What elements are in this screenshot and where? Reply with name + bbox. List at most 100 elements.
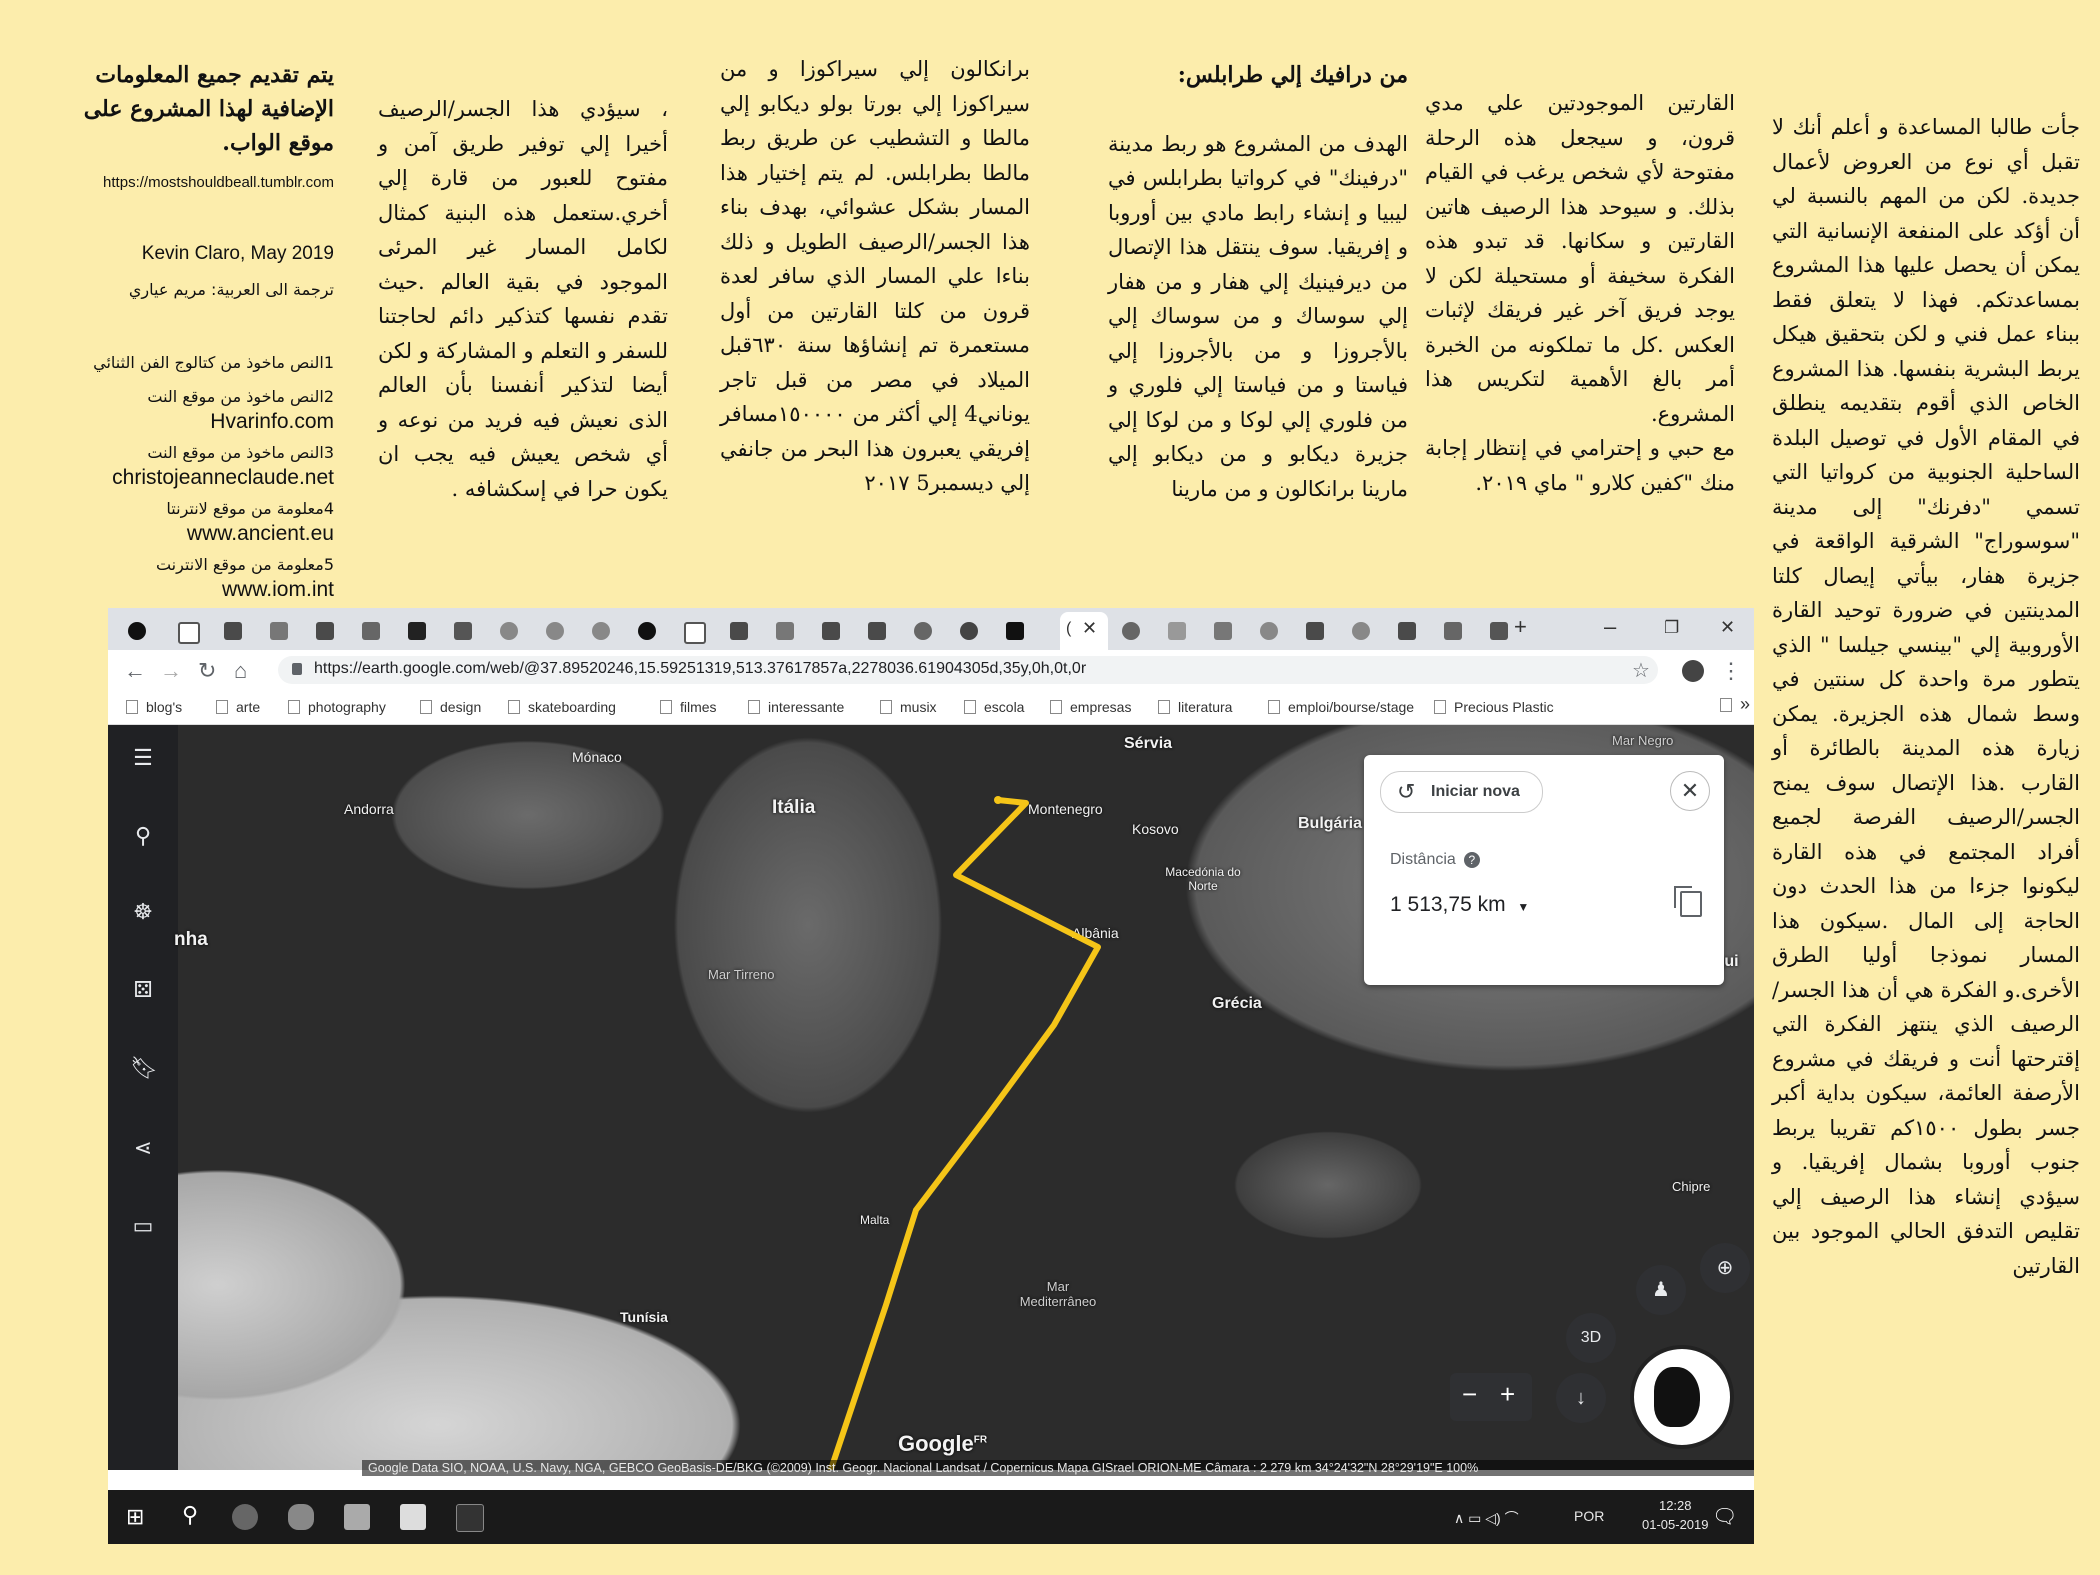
google-tab-icon[interactable] [500,622,518,640]
footnote-4-link: www.ancient.eu [186,521,334,545]
tab-icon[interactable] [224,622,242,640]
my-location-icon[interactable]: ⊕ [1700,1243,1750,1293]
tab-icon[interactable] [1122,622,1140,640]
window-close-button[interactable]: ✕ [1720,617,1735,638]
column-2-text: القارتين الموجودتين علي مدي قرون، و سيجع… [1425,91,1735,426]
bookmark-precious-plastic[interactable]: Precious Plastic [1434,699,1554,715]
bookmark-musix[interactable]: musix [880,699,937,715]
tab-icon[interactable] [822,622,840,640]
distance-label: Distância [1390,851,1456,868]
bookmark-design[interactable]: design [420,699,481,715]
taskbar-search-icon[interactable]: ⚲ [182,1502,198,1528]
bookmarks-bar: blog's arte photography design skateboar… [108,690,1754,725]
bookmark-arte[interactable]: arte [216,699,260,715]
bookmark-escola[interactable]: escola [964,699,1024,715]
distance-panel: ↺ Iniciar nova ✕ Distância? 1 513,75 km … [1364,755,1724,985]
distance-label-row: Distância? [1390,851,1480,869]
tab-icon[interactable] [960,622,978,640]
active-tab[interactable]: ( ✕ [1060,612,1108,650]
tab-icon[interactable] [362,622,380,640]
tab-icon[interactable] [1260,622,1278,640]
reload-icon[interactable]: ↻ [198,658,216,684]
bookmark-emploi[interactable]: emploi/bourse/stage [1268,699,1414,715]
browser-tab-strip: ( ✕ + – ❐ ✕ [108,608,1754,650]
google-logo-text: Google [898,1431,974,1456]
system-tray-icons[interactable]: ∧ ▭ ◁) ⌒ [1454,1508,1519,1528]
new-tab-button[interactable]: + [1514,614,1527,640]
profile-avatar[interactable] [1682,660,1704,682]
close-measure-button[interactable]: ✕ [1670,771,1710,811]
tab-icon[interactable] [1168,622,1186,640]
address-bar-row: ← → ↻ ⌂ https://earth.google.com/web/@37… [108,650,1754,690]
forward-icon[interactable]: → [160,658,182,684]
bookmark-star-icon[interactable]: ☆ [1632,658,1650,683]
google-tab-icon[interactable] [592,622,610,640]
close-tab-icon[interactable]: ✕ [1082,618,1097,639]
google-tab-icon[interactable] [1352,622,1370,640]
earth-tab-icon: ( [1066,620,1072,637]
copy-icon[interactable] [1674,886,1702,917]
article-column-6: يتم تقديم جميع المعلومات الإضافية لهذا ا… [60,58,334,610]
help-icon[interactable]: ? [1463,852,1480,868]
back-icon[interactable]: ← [124,658,146,684]
start-new-button[interactable]: ↺ Iniciar nova [1380,771,1543,813]
tab-icon[interactable] [1490,622,1508,640]
restore-button[interactable]: ❐ [1664,618,1679,638]
distance-value-dropdown[interactable]: 1 513,75 km ▼ [1390,893,1529,917]
pegman-icon[interactable]: ♟ [1636,1265,1686,1315]
minimize-button[interactable]: – [1604,614,1616,640]
zoom-out-button[interactable]: − [1462,1379,1477,1410]
url-text: https://earth.google.com/web/@37.8952024… [314,660,1087,677]
bookmark-filmes[interactable]: filmes [660,699,717,715]
tab-icon[interactable] [638,622,656,640]
image-tab-icon[interactable] [730,622,748,640]
translate-tab-icon[interactable] [1444,622,1462,640]
language-indicator[interactable]: POR [1574,1508,1604,1524]
zoom-in-button[interactable]: + [1500,1379,1515,1410]
tab-icon[interactable] [1306,622,1324,640]
route-heading: من درافيك إلي طرابلس: [1177,62,1408,88]
tab-icon[interactable] [914,622,932,640]
wikipedia-tab-icon[interactable] [1006,622,1024,640]
tab-icon[interactable] [684,622,706,644]
bookmark-literatura[interactable]: literatura [1158,699,1232,715]
bookmark-interessante[interactable]: interessante [748,699,844,715]
google-tab-icon[interactable] [546,622,564,640]
footnote-3: 3النص ماخوذ من موقع النت [147,442,334,462]
word-icon[interactable] [400,1504,426,1530]
article-column-1: جأت طالبا المساعدة و أعلم أنك لا تقبل أي… [1772,110,2080,1283]
pdf-tab-icon[interactable] [776,622,794,640]
distance-value: 1 513,75 km [1390,893,1506,916]
globe-minimap[interactable] [1630,1345,1734,1449]
bookmark-blogs[interactable]: blog's [126,699,182,715]
photoshop-icon[interactable] [456,1504,484,1532]
home-icon[interactable]: ⌂ [234,658,247,684]
footnote-5-link: www.iom.int [221,577,334,601]
unit-chevron-icon: ▼ [1517,900,1530,914]
tab-icon[interactable] [270,622,288,640]
more-bookmarks-icon[interactable]: » [1720,694,1750,715]
app-icon[interactable] [288,1504,314,1530]
bookmark-skateboarding[interactable]: skateboarding [508,699,616,715]
bookmark-empresas[interactable]: empresas [1050,699,1131,715]
tab-icon[interactable] [178,622,200,644]
notification-icon[interactable]: 🗨︎ [1712,1504,1737,1529]
footnote-3-link: christojeanneclaude.net [112,465,334,489]
tab-icon[interactable] [408,622,426,640]
tab-icon[interactable] [868,622,886,640]
toggle-3d-button[interactable]: 3D [1566,1313,1616,1363]
tab-icon[interactable] [454,622,472,640]
tab-icon[interactable] [316,622,334,640]
url-field[interactable]: https://earth.google.com/web/@37.8952024… [278,656,1658,684]
image-tab-icon[interactable] [1398,622,1416,640]
tab-icon[interactable] [128,622,146,640]
bookmark-photography[interactable]: photography [288,699,386,715]
taskbar-clock[interactable]: 12:28 01-05-2019 [1642,1496,1709,1534]
google-earth-map[interactable]: ☰ ⚲ ☸ ⚄ 🔖︎ ⋖ ▭ Mónaco Andorra Itália Sér… [108,725,1754,1476]
compass-icon[interactable]: ↓ [1556,1373,1606,1423]
chrome-icon[interactable] [232,1504,258,1530]
windows-start-icon[interactable]: ⊞ [126,1504,144,1530]
browser-menu-icon[interactable]: ⋮ [1720,658,1742,684]
file-explorer-icon[interactable] [344,1504,370,1530]
wikipedia-tab-icon[interactable] [1214,622,1232,640]
